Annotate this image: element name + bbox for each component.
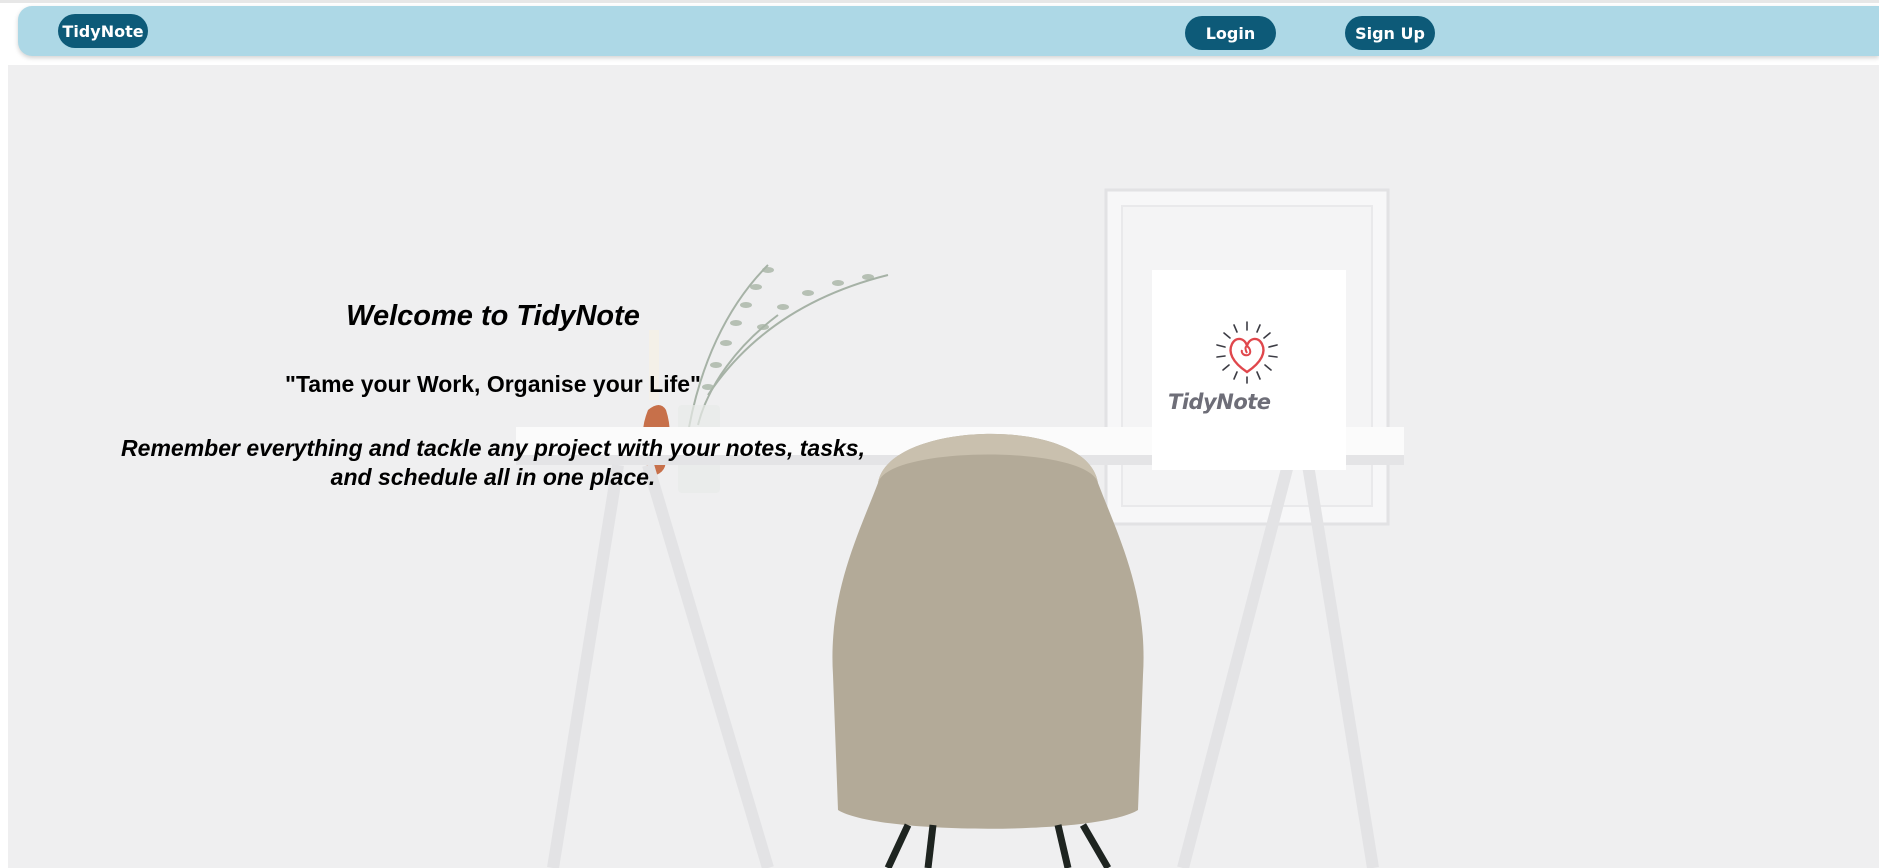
browser-top-line [0, 0, 1879, 3]
logo-text: TidyNote [1168, 390, 1271, 414]
welcome-title: Welcome to TidyNote [346, 300, 640, 332]
top-navbar: TidyNote Login Sign Up [18, 6, 1879, 56]
signup-button[interactable]: Sign Up [1345, 16, 1435, 50]
login-button[interactable]: Login [1185, 16, 1276, 50]
welcome-description: Remember everything and tackle any proje… [121, 435, 865, 490]
framed-logo: TidyNote [1152, 270, 1346, 470]
brand-button[interactable]: TidyNote [58, 14, 148, 48]
heart-burst-icon [1216, 321, 1278, 384]
welcome-block: Welcome to TidyNote "Tame your Work, Org… [103, 300, 883, 492]
welcome-quote: "Tame your Work, Organise your Life" [285, 371, 701, 397]
hero-section: Welcome to TidyNote "Tame your Work, Org… [8, 65, 1879, 868]
